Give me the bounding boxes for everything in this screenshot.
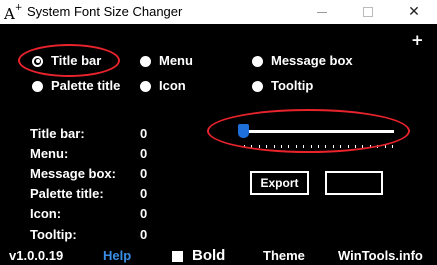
size-row-title-bar: Title bar: 0 xyxy=(30,125,160,143)
slider-tick xyxy=(325,145,327,148)
slider-tick xyxy=(347,145,349,148)
radio-label: Message box xyxy=(271,53,353,68)
radio-tooltip[interactable]: Tooltip xyxy=(252,77,313,95)
size-row-tooltip: Tooltip: 0 xyxy=(30,226,160,244)
size-value: 0 xyxy=(140,126,148,141)
slider-tick xyxy=(288,145,290,148)
window-titlebar: A+ System Font Size Changer ✕ xyxy=(0,0,437,24)
website-link[interactable]: WinTools.info xyxy=(338,247,423,265)
slider-tick xyxy=(310,145,312,148)
add-button[interactable]: + xyxy=(411,31,424,49)
apply-button[interactable] xyxy=(325,171,383,195)
size-label: Tooltip: xyxy=(30,227,77,242)
slider-tick xyxy=(295,145,297,148)
size-value: 0 xyxy=(140,146,148,161)
size-label: Icon: xyxy=(30,206,62,221)
slider-tick xyxy=(318,145,319,148)
checkbox-icon xyxy=(172,250,183,262)
slider-tick xyxy=(303,145,305,148)
slider-tick xyxy=(244,145,245,148)
radio-label: Menu xyxy=(159,53,193,68)
slider-tick xyxy=(369,145,371,148)
slider-tick xyxy=(392,145,393,148)
size-value: 0 xyxy=(140,227,148,242)
radio-message-box[interactable]: Message box xyxy=(252,52,353,70)
maximize-button[interactable] xyxy=(345,0,391,24)
size-value: 0 xyxy=(140,166,148,181)
size-row-menu: Menu: 0 xyxy=(30,145,160,163)
size-label: Menu: xyxy=(30,146,69,161)
slider-tick xyxy=(258,145,260,148)
size-row-message-box: Message box: 0 xyxy=(30,165,160,183)
version-label: v1.0.0.19 xyxy=(9,248,64,263)
radio-title-bar[interactable]: Title bar xyxy=(32,52,101,70)
slider-tick xyxy=(355,145,356,148)
radio-icon xyxy=(32,80,43,92)
size-label: Title bar: xyxy=(30,126,85,141)
radio-icon-option[interactable]: Icon xyxy=(140,77,186,95)
radio-icon xyxy=(140,80,151,92)
slider-ticks xyxy=(236,120,398,152)
radio-icon xyxy=(140,55,151,67)
size-value: 0 xyxy=(140,206,148,221)
close-icon: ✕ xyxy=(408,4,420,20)
slider-tick xyxy=(251,145,253,148)
slider-tick xyxy=(266,145,268,148)
slider-tick xyxy=(281,145,282,148)
slider-tick xyxy=(332,145,334,148)
size-row-icon: Icon: 0 xyxy=(30,205,160,223)
radio-palette-title[interactable]: Palette title xyxy=(32,77,120,95)
size-value: 0 xyxy=(140,186,148,201)
bold-label: Bold xyxy=(192,247,226,264)
radio-icon xyxy=(252,80,263,92)
size-label: Palette title: xyxy=(30,186,104,201)
size-label: Message box: xyxy=(30,166,116,181)
slider-thumb[interactable] xyxy=(238,124,249,138)
radio-selected-icon xyxy=(32,55,43,67)
radio-menu[interactable]: Menu xyxy=(140,52,193,70)
radio-label: Palette title xyxy=(51,78,121,93)
font-size-slider[interactable] xyxy=(236,120,398,152)
bold-checkbox[interactable]: Bold xyxy=(172,247,225,265)
app-icon: A+ xyxy=(4,3,23,23)
radio-label: Tooltip xyxy=(271,78,314,93)
slider-tick xyxy=(377,145,379,148)
close-button[interactable]: ✕ xyxy=(391,0,437,24)
minimize-icon xyxy=(317,11,327,13)
radio-icon xyxy=(252,55,263,67)
size-row-palette-title: Palette title: 0 xyxy=(30,185,160,203)
slider-tick xyxy=(273,145,275,148)
slider-tick xyxy=(340,145,342,148)
radio-label: Title bar xyxy=(51,53,102,68)
slider-tick xyxy=(362,145,364,148)
help-link[interactable]: Help xyxy=(103,247,131,265)
theme-button[interactable]: Theme xyxy=(263,247,305,265)
maximize-icon xyxy=(363,7,373,17)
export-button[interactable]: Export xyxy=(250,171,309,195)
radio-label: Icon xyxy=(159,78,186,93)
slider-tick xyxy=(384,145,386,148)
window-title: System Font Size Changer xyxy=(27,4,183,19)
minimize-button[interactable] xyxy=(299,0,345,24)
